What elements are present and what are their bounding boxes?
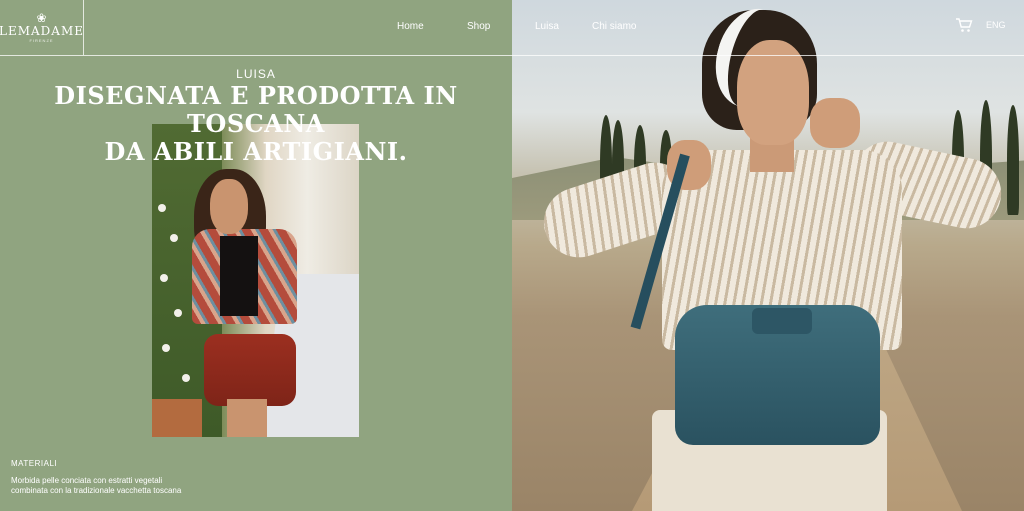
nav-chi-siamo[interactable]: Chi siamo bbox=[592, 21, 636, 32]
nav-home[interactable]: Home bbox=[397, 21, 424, 32]
hero-photo bbox=[512, 0, 1024, 511]
headline-line-1: DISEGNATA E PRODOTTA IN TOSCANA bbox=[54, 81, 458, 138]
flower bbox=[162, 344, 170, 352]
nav-shop[interactable]: Shop bbox=[467, 21, 490, 32]
flower bbox=[174, 309, 182, 317]
language-switch[interactable]: ENG bbox=[986, 20, 1006, 30]
cypress-tree bbox=[1007, 105, 1019, 215]
logo[interactable]: ❀ LEMADAME FIRENZE bbox=[0, 0, 84, 55]
product-name: LUISA bbox=[236, 67, 276, 81]
model-face bbox=[210, 179, 248, 234]
product-photo bbox=[152, 124, 359, 437]
hero-headline: DISEGNATA E PRODOTTA IN TOSCANA DA ABILI… bbox=[0, 82, 512, 166]
red-bag bbox=[204, 334, 296, 406]
cart-icon[interactable] bbox=[955, 17, 973, 33]
model-hand bbox=[810, 98, 860, 148]
headline-line-2: DA ABILI ARTIGIANI. bbox=[104, 137, 408, 166]
lotus-icon: ❀ bbox=[36, 11, 47, 25]
materials-description: Morbida pelle conciata con estratti vege… bbox=[11, 476, 182, 495]
header-divider bbox=[0, 55, 1024, 56]
model-legs bbox=[227, 399, 267, 437]
plant-pot bbox=[152, 399, 202, 437]
flower bbox=[160, 274, 168, 282]
materials-label: MATERIALI bbox=[11, 459, 58, 468]
model-top bbox=[220, 236, 258, 316]
flower bbox=[158, 204, 166, 212]
logo-text: LEMADAME bbox=[0, 24, 85, 38]
flower bbox=[170, 234, 178, 242]
logo-tagline: FIRENZE bbox=[29, 38, 54, 43]
bag-flap bbox=[752, 308, 812, 334]
flower bbox=[182, 374, 190, 382]
nav-luisa[interactable]: Luisa bbox=[535, 21, 559, 32]
